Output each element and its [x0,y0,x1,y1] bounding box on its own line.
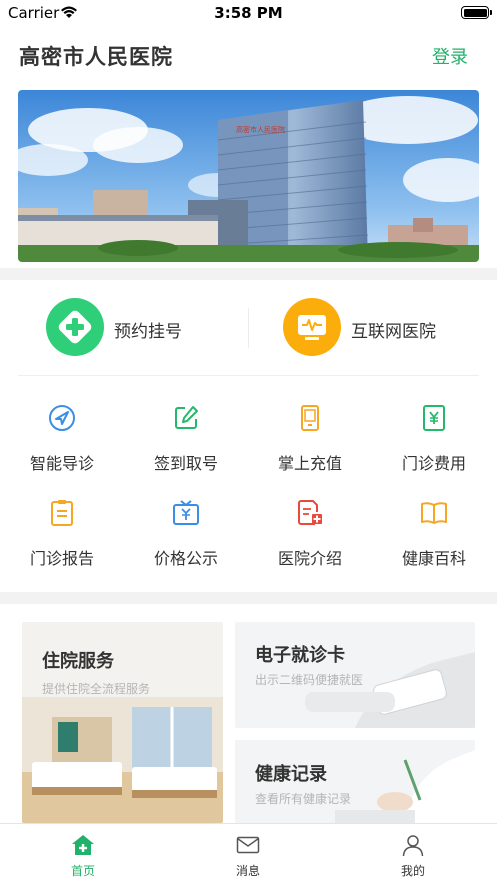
monitor-pulse-icon [283,298,341,356]
grid-item-encyclopedia[interactable]: 健康百科 [372,498,496,578]
inpatient-subtitle: 提供住院全流程服务 [42,682,151,696]
user-icon [401,833,425,857]
grid-item-checkin[interactable]: 签到取号 [124,403,248,483]
appointment-entry[interactable]: 预约挂号 [46,298,236,358]
login-button[interactable]: 登录 [432,43,468,69]
ecard-subtitle: 出示二维码便捷就医 [255,673,364,687]
section-divider [0,268,497,280]
grid-label: 门诊费用 [401,454,466,473]
tab-profile[interactable]: 我的 [353,824,473,883]
section-divider [0,592,497,604]
clipboard-icon [47,498,77,528]
battery-icon [461,6,492,19]
ecard-title: 电子就诊卡 [255,645,345,666]
grid-label: 健康百科 [401,549,466,568]
tab-label: 我的 [400,864,425,878]
grid-label: 智能导诊 [29,454,94,473]
electronic-card-card[interactable]: 电子就诊卡 出示二维码便捷就医 [235,622,475,728]
grid-label: 签到取号 [153,454,218,473]
records-title: 健康记录 [255,764,327,785]
grid-label: 掌上充值 [277,454,342,473]
book-icon [419,498,449,528]
inpatient-service-card[interactable]: 住院服务 提供住院全流程服务 [22,622,223,823]
hospital-building-image: 高密市人民医院 [18,90,479,262]
grid-label: 门诊报告 [29,549,94,568]
hospital-doc-icon [295,498,325,528]
navigation-icon [47,403,77,433]
horizontal-divider [18,375,479,376]
clock: 3:58 PM [214,4,283,22]
page-title: 高密市人民医院 [19,45,173,69]
banner-sign: 高密市人民医院 [236,125,285,134]
phone-icon [295,403,325,433]
grid-item-prices[interactable]: 价格公示 [124,498,248,578]
grid-item-recharge[interactable]: 掌上充值 [248,403,372,483]
header: 高密市人民医院 登录 [0,26,497,84]
yuan-doc-icon [419,403,449,433]
tab-label: 首页 [70,864,95,878]
records-subtitle: 查看所有健康记录 [255,792,352,806]
internet-hospital-entry[interactable]: 互联网医院 [283,298,473,358]
grid-item-report[interactable]: 门诊报告 [0,498,124,578]
grid-item-intro[interactable]: 医院介绍 [248,498,372,578]
grid-label: 价格公示 [153,549,218,568]
tab-messages[interactable]: 消息 [188,824,308,883]
appointment-label: 预约挂号 [114,322,182,342]
grid-item-guide[interactable]: 智能导诊 [0,403,124,483]
yuan-board-icon [171,498,201,528]
grid-label: 医院介绍 [277,549,342,568]
tab-home[interactable]: 首页 [23,824,143,883]
plus-circle-icon [46,298,104,356]
vertical-divider [248,308,249,348]
edit-icon [171,403,201,433]
tab-label: 消息 [235,864,260,878]
grid-item-fees[interactable]: 门诊费用 [372,403,496,483]
mail-icon [236,833,260,857]
inpatient-title: 住院服务 [42,651,114,672]
health-records-card[interactable]: 健康记录 查看所有健康记录 [235,740,475,823]
hospital-banner[interactable]: 高密市人民医院 [18,90,479,262]
internet-hospital-label: 互联网医院 [351,322,436,342]
tab-bar: 首页 消息 我的 [0,823,497,883]
home-icon [71,833,95,857]
status-bar: Carrier 3:58 PM [0,0,497,26]
